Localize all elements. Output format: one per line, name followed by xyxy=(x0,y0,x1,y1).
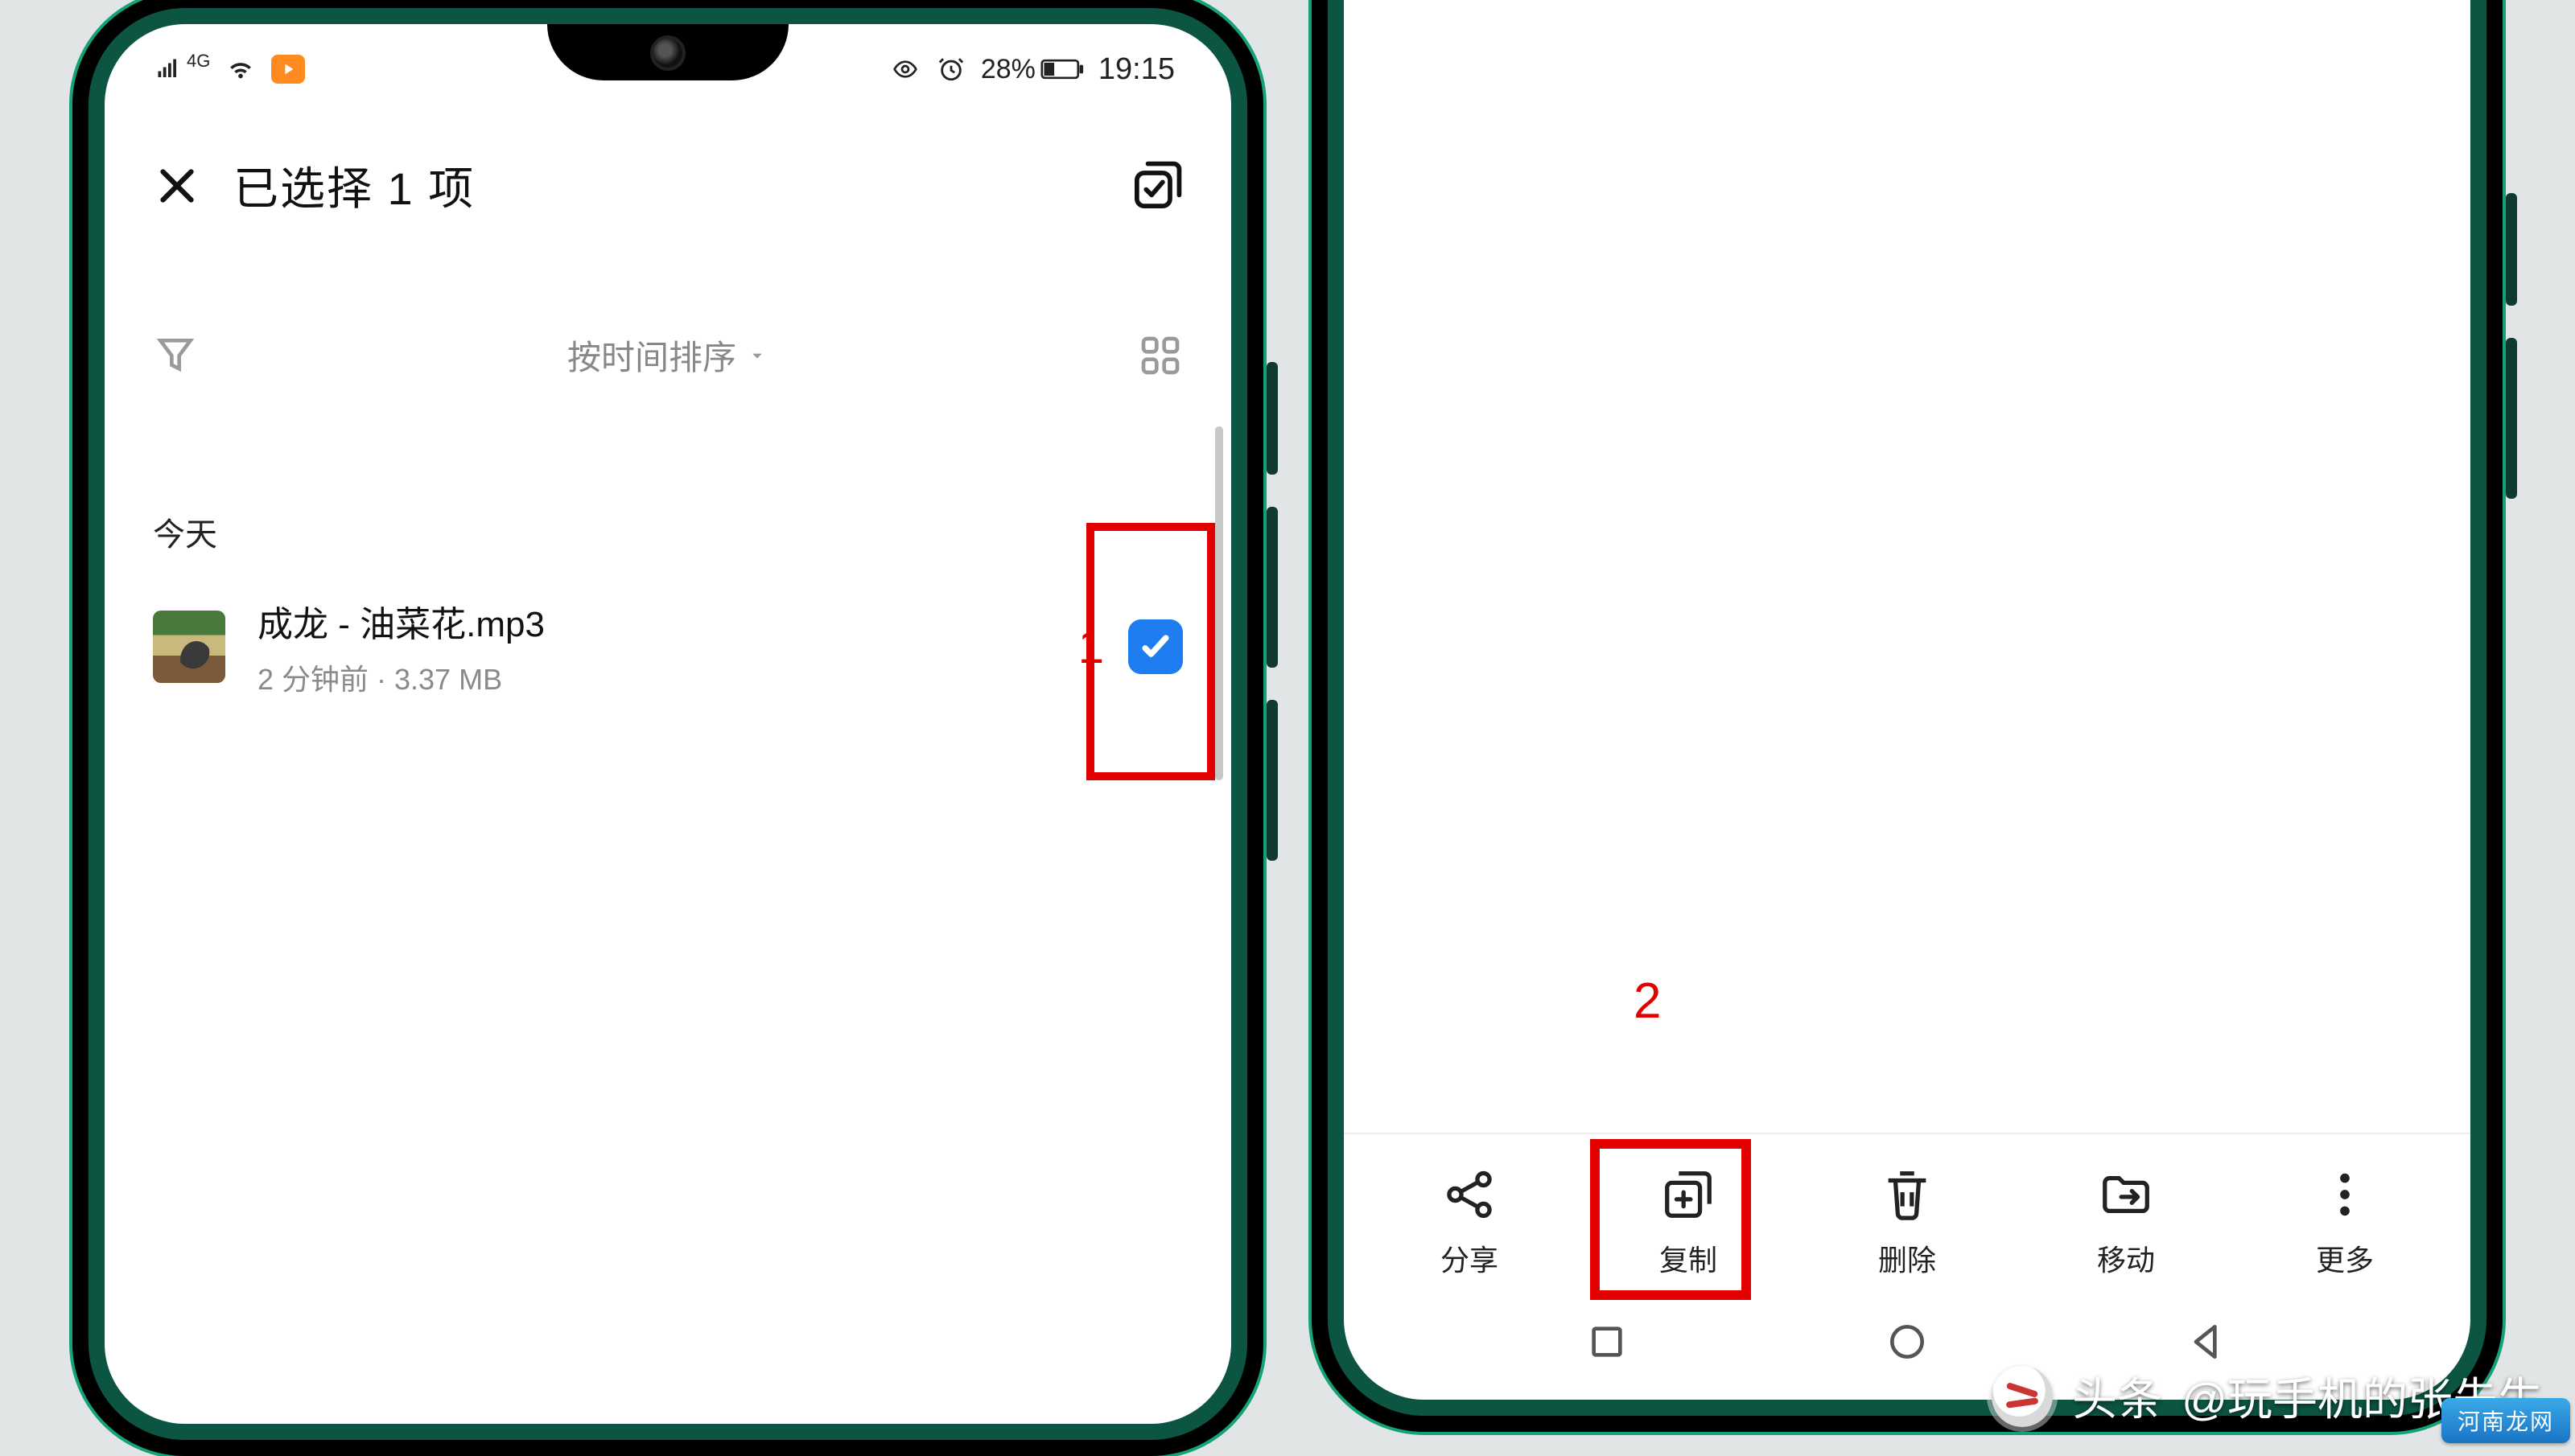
more-button[interactable]: 更多 xyxy=(2264,1166,2425,1279)
site-badge: 河南龙网 xyxy=(2441,1398,2570,1443)
nav-home-icon[interactable] xyxy=(1885,1319,1930,1368)
sort-label-text: 按时间排序 xyxy=(567,331,736,380)
phone-left: 4G xyxy=(72,0,1263,1456)
copy-button[interactable]: 复制 xyxy=(1608,1166,1769,1279)
eye-icon xyxy=(889,56,921,82)
more-icon xyxy=(2317,1166,2373,1223)
share-icon xyxy=(1441,1166,1498,1223)
annotation-highlight-2 xyxy=(1590,1139,1751,1300)
scroll-indicator[interactable] xyxy=(1215,426,1223,780)
battery-indicator: 28% xyxy=(981,54,1084,85)
annotation-highlight-1 xyxy=(1086,523,1215,780)
grid-view-icon[interactable] xyxy=(1138,333,1183,378)
screen-left: 4G xyxy=(105,24,1231,1424)
share-button[interactable]: 分享 xyxy=(1389,1166,1550,1279)
move-label: 移动 xyxy=(2097,1237,2155,1279)
nav-recent-icon[interactable] xyxy=(1584,1319,1629,1368)
alarm-icon xyxy=(936,56,966,83)
watermark-prefix: 头条 xyxy=(2072,1363,2162,1429)
network-label: 4G xyxy=(187,51,210,72)
signal-icon xyxy=(153,57,183,81)
file-meta: 2 分钟前 · 3.37 MB xyxy=(258,656,545,698)
wifi-icon xyxy=(225,56,257,83)
file-name: 成龙 - 油菜花.mp3 xyxy=(258,595,545,647)
chevron-down-icon xyxy=(746,344,768,367)
screen-right: 2 分享 复制 删除 xyxy=(1344,0,2470,1400)
video-app-icon xyxy=(271,55,305,84)
file-row[interactable]: 成龙 - 油菜花.mp3 2 分钟前 · 3.37 MB 1 xyxy=(105,579,1231,714)
select-all-icon[interactable] xyxy=(1131,160,1183,212)
bottom-action-bar: 分享 复制 删除 移动 xyxy=(1344,1133,2470,1303)
nav-back-icon[interactable] xyxy=(2185,1319,2230,1368)
sort-dropdown[interactable]: 按时间排序 xyxy=(198,331,1138,380)
move-icon xyxy=(2098,1166,2154,1223)
delete-button[interactable]: 删除 xyxy=(1827,1166,1988,1279)
clock-time: 19:15 xyxy=(1098,52,1175,87)
content-area xyxy=(1344,0,2470,1133)
close-icon[interactable] xyxy=(153,162,201,210)
more-label: 更多 xyxy=(2316,1237,2374,1279)
selection-header: 已选择 1 项 xyxy=(105,105,1231,250)
watermark-logo-icon xyxy=(1992,1366,2053,1427)
file-thumbnail xyxy=(153,611,225,683)
notch xyxy=(547,24,789,80)
move-button[interactable]: 移动 xyxy=(2046,1166,2206,1279)
phone-right: 2 分享 复制 删除 xyxy=(1312,0,2503,1432)
page-title: 已选择 1 项 xyxy=(233,153,475,218)
sort-bar: 按时间排序 xyxy=(105,250,1231,412)
annotation-step2: 2 xyxy=(1634,973,1661,1030)
section-today: 今天 xyxy=(105,412,1231,579)
delete-label: 删除 xyxy=(1878,1237,1936,1279)
share-label: 分享 xyxy=(1440,1237,1498,1279)
trash-icon xyxy=(1879,1166,1935,1223)
battery-pct: 28% xyxy=(981,54,1036,85)
filter-icon[interactable] xyxy=(153,333,198,378)
